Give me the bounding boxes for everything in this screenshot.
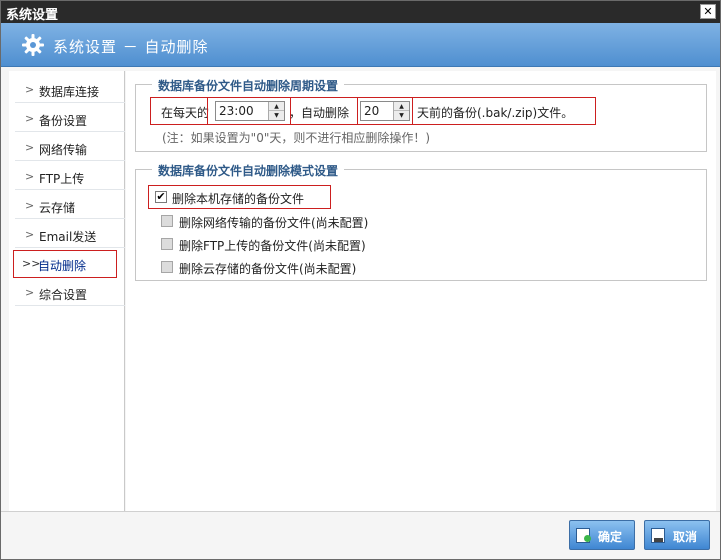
period-note: (注：如果设置为"0"天，则不进行相应删除操作！) (162, 131, 431, 145)
option-delete-local[interactable]: ✔ 删除本机存储的备份文件 (148, 185, 331, 209)
confirm-icon (576, 528, 591, 543)
page-title: 系统设置 － 自动删除 (53, 38, 209, 56)
period-settings-group: 数据库备份文件自动删除周期设置 在每天的 23:00 ▲ ▼ ，自动删除 20 … (135, 77, 707, 152)
sidebar-item-label: 网络传输 (39, 143, 88, 157)
checkbox-checked-icon[interactable]: ✔ (155, 191, 167, 203)
period-settings-legend: 数据库备份文件自动删除周期设置 (152, 77, 345, 94)
sidebar-item-backup-settings[interactable]: > 备份设置 (15, 106, 125, 132)
footer-bar: 确定 取消 (1, 511, 720, 559)
sidebar-item-label: Email发送 (39, 230, 97, 244)
chevron-right-icon: > (25, 141, 35, 154)
sidebar-item-database-connection[interactable]: > 数据库连接 (15, 77, 125, 103)
sidebar: > 数据库连接 > 备份设置 > 网络传输 > FTP上传 > 云存储 > Em… (9, 71, 125, 511)
period-row: 在每天的 23:00 ▲ ▼ ，自动删除 20 ▲ ▼ 天前的备份(.bak/.… (150, 97, 596, 125)
chevron-right-icon: > (25, 286, 35, 299)
chevron-right-icon: > (25, 112, 35, 125)
option-label: 删除本机存储的备份文件 (172, 192, 305, 206)
sidebar-item-general-settings[interactable]: > 综合设置 (15, 280, 125, 306)
time-spinner-buttons: ▲ ▼ (268, 102, 284, 120)
chevron-right-icon: > (25, 199, 35, 212)
sidebar-item-auto-delete[interactable]: >> 自动删除 (13, 250, 117, 278)
chevron-right-icon: > (25, 170, 35, 183)
checkbox-disabled-icon[interactable] (161, 261, 173, 273)
days-value: 20 (364, 104, 380, 118)
period-middle-text: ，自动删除 (289, 106, 350, 120)
sidebar-item-label: 云存储 (39, 201, 76, 215)
option-label: 删除云存储的备份文件(尚未配置) (179, 262, 357, 276)
window-title: 系统设置 (6, 8, 59, 23)
main-content: 数据库备份文件自动删除周期设置 在每天的 23:00 ▲ ▼ ，自动删除 20 … (126, 71, 716, 511)
time-spinner[interactable]: 23:00 ▲ ▼ (215, 101, 285, 121)
mode-settings-legend: 数据库备份文件自动删除模式设置 (152, 162, 345, 179)
gear-icon (22, 34, 44, 56)
period-suffix-text: 天前的备份(.bak/.zip)文件。 (417, 106, 574, 120)
spinner-down-icon[interactable]: ▼ (394, 111, 409, 120)
mode-settings-group: 数据库备份文件自动删除模式设置 ✔ 删除本机存储的备份文件 删除网络传输的备份文… (135, 162, 707, 281)
chevron-right-icon: > (25, 228, 35, 241)
settings-window: 系统设置 ✕ 系统设置 － 自动删除 > 数据库连接 > 备份设置 > 网络传输… (0, 0, 721, 560)
option-label: 删除FTP上传的备份文件(尚未配置) (179, 239, 366, 253)
sidebar-item-network-transfer[interactable]: > 网络传输 (15, 135, 125, 161)
header-banner: 系统设置 － 自动删除 (1, 23, 720, 67)
spinner-up-icon[interactable]: ▲ (269, 102, 284, 111)
title-bar[interactable]: 系统设置 ✕ (1, 1, 720, 23)
sidebar-item-label: FTP上传 (39, 172, 85, 186)
option-label: 删除网络传输的备份文件(尚未配置) (179, 216, 369, 230)
cancel-button-label: 取消 (673, 530, 698, 544)
sidebar-item-email[interactable]: > Email发送 (15, 222, 125, 248)
sidebar-item-label: 备份设置 (39, 114, 88, 128)
cancel-button[interactable]: 取消 (644, 520, 710, 550)
sidebar-item-label: 数据库连接 (39, 85, 100, 99)
time-value: 23:00 (219, 104, 254, 118)
days-spinner-buttons: ▲ ▼ (393, 102, 409, 120)
sidebar-item-label: 综合设置 (39, 288, 88, 302)
sidebar-item-cloud-storage[interactable]: > 云存储 (15, 193, 125, 219)
chevron-right-icon: > (25, 83, 35, 96)
ok-button-label: 确定 (598, 530, 623, 544)
sidebar-item-label: 自动删除 (38, 259, 87, 273)
close-icon[interactable]: ✕ (700, 4, 716, 19)
checkbox-disabled-icon[interactable] (161, 215, 173, 227)
checkbox-disabled-icon[interactable] (161, 238, 173, 250)
sidebar-item-ftp-upload[interactable]: > FTP上传 (15, 164, 125, 190)
spinner-down-icon[interactable]: ▼ (269, 111, 284, 120)
ok-button[interactable]: 确定 (569, 520, 635, 550)
days-spinner[interactable]: 20 ▲ ▼ (360, 101, 410, 121)
period-prefix-text: 在每天的 (161, 106, 210, 120)
spinner-up-icon[interactable]: ▲ (394, 102, 409, 111)
cancel-icon (651, 528, 665, 543)
